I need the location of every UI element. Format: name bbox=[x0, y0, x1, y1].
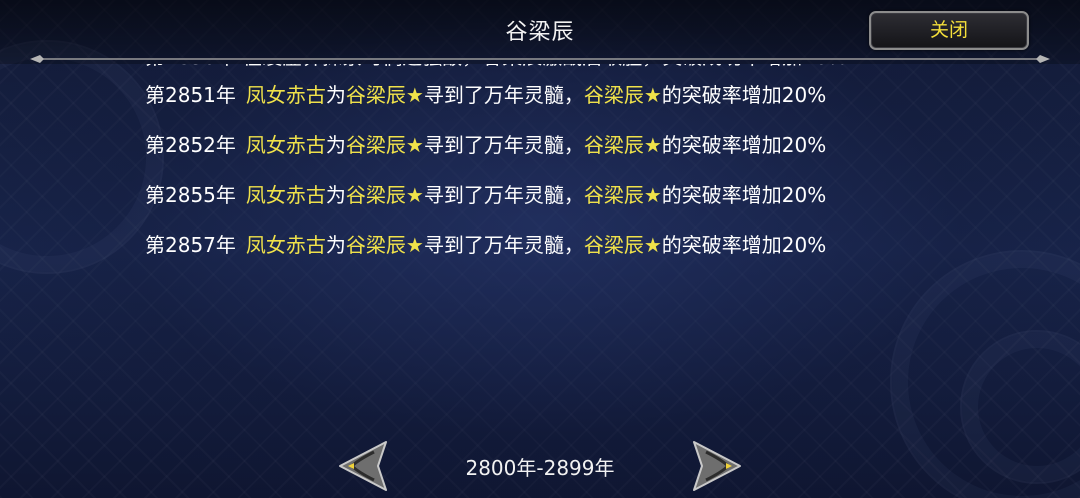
entry-action: 寻到了万年灵髓， bbox=[423, 183, 584, 207]
list-item: 第2855年 凤女赤古为谷梁辰★寻到了万年灵髓，谷梁辰★的突破率增加20% bbox=[145, 178, 925, 212]
right-arrow-icon bbox=[693, 441, 741, 491]
entry-effect: 的突破率增加20% bbox=[661, 133, 827, 157]
list-item: 第2852年 凤女赤古为谷梁辰★寻到了万年灵髓，谷梁辰★的突破率增加20% bbox=[145, 128, 925, 162]
list-item: 第2857年 凤女赤古为谷梁辰★寻到了万年灵髓，谷梁辰★的突破率增加20% bbox=[145, 228, 925, 262]
entry-action: 寻到了万年灵髓， bbox=[423, 83, 584, 107]
left-arrow-icon bbox=[339, 441, 387, 491]
entry-target: 谷梁辰★ bbox=[345, 133, 424, 157]
entry-target: 谷梁辰★ bbox=[345, 233, 424, 257]
entry-year: 第2852年 bbox=[145, 133, 236, 157]
entry-actor: 凤女赤古 bbox=[245, 133, 326, 157]
prev-page-button[interactable] bbox=[334, 438, 390, 494]
entry-connector: 为 bbox=[325, 133, 346, 157]
list-item-partial: 第2850年 在凌虚界探索时偶遇强敌，谷梁辰激战后取胜，突破成功率增加10% bbox=[145, 64, 925, 76]
entry-target-2: 谷梁辰★ bbox=[583, 233, 662, 257]
entry-actor: 凤女赤古 bbox=[245, 233, 326, 257]
entry-connector: 为 bbox=[325, 83, 346, 107]
log-scroll-area[interactable]: 第2850年 在凌虚界探索时偶遇强敌，谷梁辰激战后取胜，突破成功率增加10% 第… bbox=[0, 64, 1080, 434]
entry-target: 谷梁辰★ bbox=[345, 83, 424, 107]
game-log-screen: 谷梁辰 关闭 第2850年 在凌虚界探索时偶遇强敌，谷梁辰激战后取胜，突破成功率… bbox=[0, 0, 1080, 498]
entry-target-2: 谷梁辰★ bbox=[583, 183, 662, 207]
entry-year: 第2855年 bbox=[145, 183, 236, 207]
entry-year: 第2851年 bbox=[145, 83, 236, 107]
entry-target-2: 谷梁辰★ bbox=[583, 133, 662, 157]
entry-actor: 凤女赤古 bbox=[245, 83, 326, 107]
entry-target: 谷梁辰★ bbox=[345, 183, 424, 207]
close-button[interactable]: 关闭 bbox=[869, 11, 1029, 50]
header-divider bbox=[30, 55, 1050, 63]
partial-entry-text: 第2850年 在凌虚界探索时偶遇强敌，谷梁辰激战后取胜，突破成功率增加10% bbox=[145, 64, 925, 74]
log-list: 第2850年 在凌虚界探索时偶遇强敌，谷梁辰激战后取胜，突破成功率增加10% 第… bbox=[145, 64, 925, 278]
entry-effect: 的突破率增加20% bbox=[661, 183, 827, 207]
entry-action: 寻到了万年灵髓， bbox=[423, 233, 584, 257]
list-item: 第2851年 凤女赤古为谷梁辰★寻到了万年灵髓，谷梁辰★的突破率增加20% bbox=[145, 78, 925, 112]
entry-effect: 的突破率增加20% bbox=[661, 83, 827, 107]
entry-year: 第2857年 bbox=[145, 233, 236, 257]
next-page-button[interactable] bbox=[690, 438, 746, 494]
page-range-label: 2800年-2899年 bbox=[465, 456, 615, 480]
entry-actor: 凤女赤古 bbox=[245, 183, 326, 207]
entry-connector: 为 bbox=[325, 183, 346, 207]
entry-connector: 为 bbox=[325, 233, 346, 257]
entry-target-2: 谷梁辰★ bbox=[583, 83, 662, 107]
entry-action: 寻到了万年灵髓， bbox=[423, 133, 584, 157]
entry-effect: 的突破率增加20% bbox=[661, 233, 827, 257]
